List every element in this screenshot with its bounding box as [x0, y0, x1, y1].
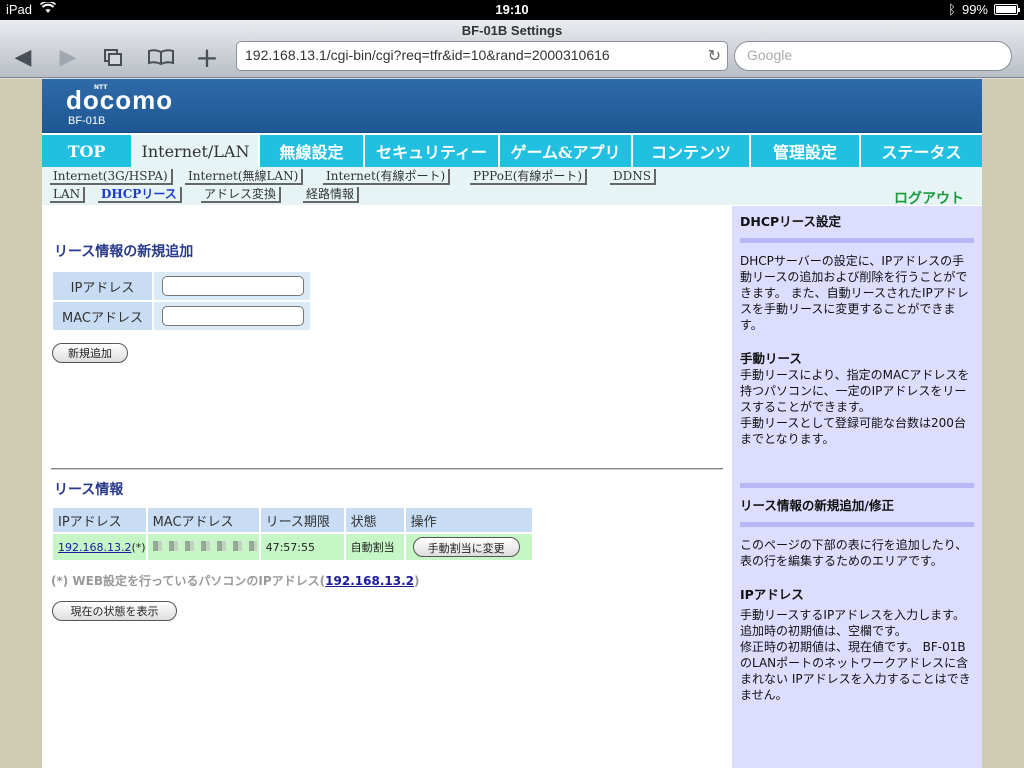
add-bookmark-icon[interactable]: +	[192, 41, 222, 74]
main-content: リース情報の新規追加 IPアドレス MACアドレス 新規追加 リース情報 IPア…	[42, 206, 730, 768]
subtab-internet-3g[interactable]: Internet(3G/HSPA)	[50, 169, 173, 185]
help-text: DHCPサーバーの設定に、IPアドレスの手動リースの追加および削除を行うことがで…	[740, 254, 969, 332]
url-bar[interactable]: 192.168.13.1/cgi-bin/cgi?req=tfr&id=10&r…	[236, 41, 728, 71]
col-ip: IPアドレス	[51, 506, 148, 534]
ip-address-field[interactable]	[162, 276, 304, 297]
lease-ip-suffix: (*)	[131, 540, 146, 554]
note-prefix: (*) WEB設定を行っているパソコンのIPアドレス(	[51, 574, 326, 588]
tab-status[interactable]: ステータス	[861, 135, 982, 167]
tab-security[interactable]: セキュリティー	[365, 135, 500, 167]
lease-ip-cell: 192.168.13.2(*)	[51, 532, 148, 562]
status-bar: iPad 19:10 ᛒ 99%	[0, 0, 1024, 20]
mac-address-field[interactable]	[162, 306, 304, 327]
lease-table: IPアドレス MACアドレス リース期限 状態 操作 192.168.13.2(…	[51, 506, 534, 562]
help-text: 追加時の初期値は、空欄です。	[740, 624, 907, 638]
col-expiry: リース期限	[258, 506, 346, 534]
logout-link[interactable]: ログアウト	[894, 188, 964, 208]
back-icon[interactable]: ◀	[8, 45, 38, 70]
lease-ip-link[interactable]: 192.168.13.2	[58, 541, 131, 554]
col-state: 状態	[343, 506, 406, 534]
add-lease-form: IPアドレス MACアドレス	[51, 270, 312, 332]
redacted-mac	[152, 540, 257, 551]
subtab-address-translation[interactable]: アドレス変換	[201, 187, 282, 203]
lease-action-cell: 手動割当に変更	[403, 532, 534, 562]
subtab-internet-wlan[interactable]: Internet(無線LAN)	[185, 169, 304, 185]
help-text: 修正時の初期値は、現在値です。 BF-01BのLANポートのネットワークアドレス…	[740, 640, 971, 702]
add-lease-button[interactable]: 新規追加	[52, 343, 128, 363]
ip-address-label: IPアドレス	[51, 270, 154, 302]
lease-mac-cell	[145, 532, 261, 562]
subtab-ddns[interactable]: DDNS	[610, 169, 656, 185]
search-input[interactable]: Google	[734, 41, 1012, 71]
tab-contents[interactable]: コンテンツ	[633, 135, 751, 167]
tab-game-apps[interactable]: ゲーム&アプリ	[500, 135, 633, 167]
note-ip-link[interactable]: 192.168.13.2	[325, 574, 414, 588]
battery-percent: 99%	[961, 2, 988, 17]
refresh-status-button[interactable]: 現在の状態を表示	[52, 601, 177, 621]
bookmarks-icon[interactable]	[146, 46, 176, 68]
browser-toolbar: BF-01B Settings ◀ ▶ + 192.168.13.1/cgi-b…	[0, 20, 1024, 78]
subtab-internet-wired[interactable]: Internet(有線ポート)	[323, 169, 451, 185]
sub-nav: Internet(3G/HSPA) Internet(無線LAN) Intern…	[42, 167, 982, 208]
bluetooth-icon: ᛒ	[948, 2, 956, 17]
current-pc-note: (*) WEB設定を行っているパソコンのIPアドレス(192.168.13.2)	[51, 572, 419, 589]
reload-icon[interactable]: ↻	[708, 46, 721, 66]
router-frame: NTT docomo BF-01B TOP Internet/LAN 無線設定 …	[42, 79, 982, 768]
forward-icon[interactable]: ▶	[53, 45, 83, 70]
site-header: NTT docomo BF-01B	[42, 79, 982, 133]
tab-wireless[interactable]: 無線設定	[260, 135, 365, 167]
battery-icon	[994, 4, 1020, 15]
col-mac: MACアドレス	[145, 506, 261, 534]
tab-internet-lan[interactable]: Internet/LAN	[133, 135, 260, 167]
help-text: 手動リースにより、指定のMACアドレスを持つパソコンに、一定のIPアドレスをリー…	[740, 368, 970, 414]
table-row: 192.168.13.2(*) 47:57:55 自動割当 手動割当に変更	[51, 532, 534, 562]
add-lease-title: リース情報の新規追加	[54, 244, 194, 260]
subtab-dhcp-lease[interactable]: DHCPリース	[98, 187, 182, 203]
subtab-pppoe[interactable]: PPPoE(有線ポート)	[470, 169, 588, 185]
section-divider	[51, 468, 723, 470]
help-panel: DHCPリース設定 DHCPサーバーの設定に、IPアドレスの手動リースの追加およ…	[732, 206, 982, 768]
help-heading: IPアドレス	[740, 587, 804, 602]
help-rule	[740, 483, 974, 488]
mac-address-label: MACアドレス	[51, 300, 154, 332]
lease-table-header: IPアドレス MACアドレス リース期限 状態 操作	[51, 506, 534, 534]
subtab-routing[interactable]: 経路情報	[303, 187, 360, 203]
clock: 19:10	[495, 2, 529, 17]
help-text: このページの下部の表に行を追加したり、 表の行を編集するためのエリアです。	[740, 538, 968, 568]
help-heading: 手動リース	[740, 351, 802, 366]
browser-page-title: BF-01B Settings	[461, 23, 563, 38]
tab-admin[interactable]: 管理設定	[751, 135, 861, 167]
url-text: 192.168.13.1/cgi-bin/cgi?req=tfr&id=10&r…	[245, 47, 610, 63]
help-heading: DHCPリース設定	[740, 214, 842, 229]
subtab-lan[interactable]: LAN	[50, 187, 86, 203]
tabs-icon[interactable]	[98, 46, 128, 68]
web-page: NTT docomo BF-01B TOP Internet/LAN 無線設定 …	[0, 79, 1024, 768]
lease-info-title: リース情報	[54, 482, 124, 498]
change-to-manual-button[interactable]: 手動割当に変更	[412, 537, 520, 557]
help-rule	[740, 522, 974, 527]
help-text: 手動リースとして登録可能な台数は200台までとなります。	[740, 416, 966, 446]
lease-state-cell: 自動割当	[343, 532, 406, 562]
help-heading: リース情報の新規追加/修正	[740, 498, 894, 513]
note-suffix: )	[413, 574, 420, 588]
help-rule	[740, 238, 974, 243]
lease-expiry-cell: 47:57:55	[258, 532, 346, 562]
model-name: BF-01B	[68, 115, 106, 127]
help-text: 手動リースするIPアドレスを入力します。	[740, 608, 965, 622]
col-action: 操作	[403, 506, 534, 534]
docomo-logo: docomo	[66, 85, 174, 115]
main-nav: TOP Internet/LAN 無線設定 セキュリティー ゲーム&アプリ コン…	[42, 135, 982, 167]
tab-top[interactable]: TOP	[42, 135, 133, 167]
